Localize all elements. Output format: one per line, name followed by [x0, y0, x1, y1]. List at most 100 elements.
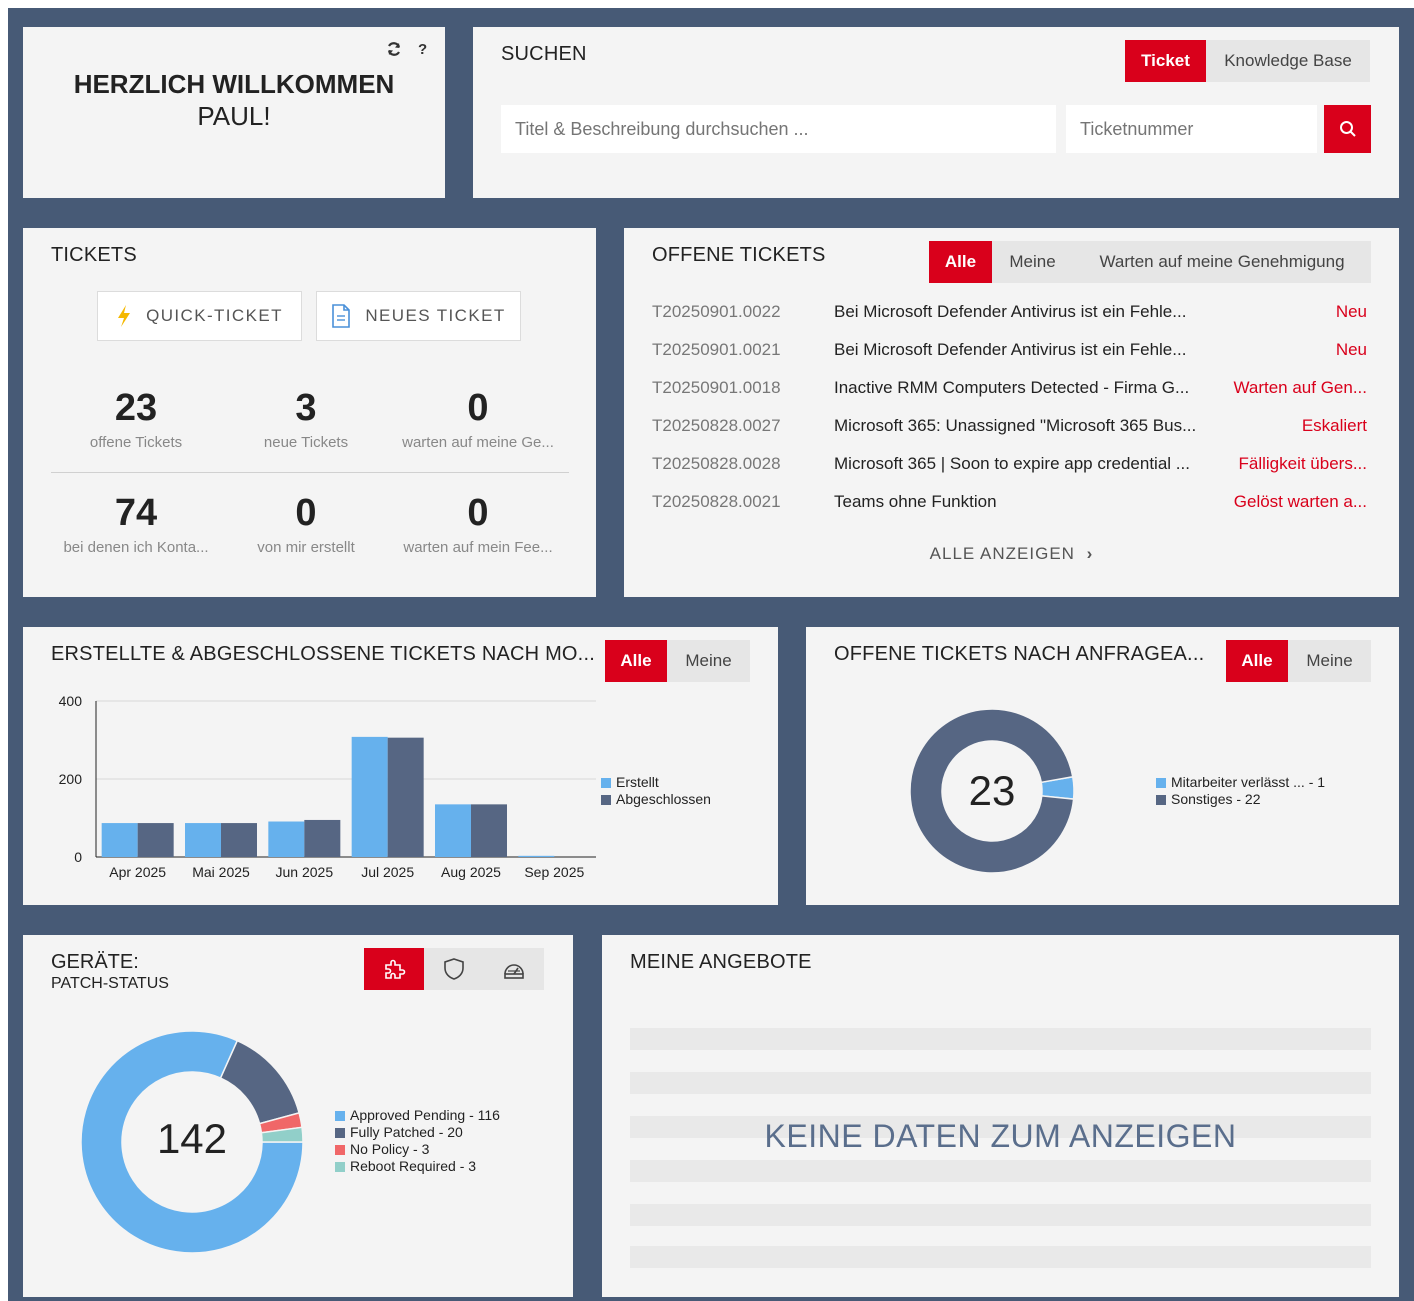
legend-swatch — [335, 1110, 345, 1121]
stat-created-by-me[interactable]: 0 von mir erstellt — [221, 493, 391, 556]
ticket-id: T20250901.0022 — [652, 302, 781, 321]
stat-new-tickets[interactable]: 3 neue Tickets — [221, 388, 391, 451]
tab-alle[interactable]: Alle — [929, 241, 992, 283]
stat-label: bei denen ich Konta... — [63, 539, 209, 556]
ticket-row[interactable]: T20250828.0021 Teams ohne Funktion Gelöst … — [652, 484, 1367, 520]
legend-item: Approved Pending - 116 — [335, 1107, 500, 1124]
lightning-icon — [118, 305, 131, 327]
ticket-row[interactable]: T20250828.0027 Microsoft 365: Unassigned … — [652, 408, 1367, 444]
ticket-id: T20250828.0027 — [652, 416, 781, 435]
search-text-input[interactable] — [501, 105, 1056, 153]
ticket-subject: Microsoft 365 | Soon to expire app crede… — [834, 454, 1190, 473]
new-ticket-button[interactable]: NEUES TICKET — [316, 291, 521, 341]
legend-item: Erstellt — [601, 774, 711, 791]
by-request-panel: OFFENE TICKETS NACH ANFRAGEA... Alle Mei… — [806, 627, 1399, 905]
bar-erstellt[interactable] — [185, 823, 221, 857]
legend-label: Reboot Required - 3 — [350, 1158, 477, 1174]
search-button[interactable] — [1324, 105, 1371, 153]
gauge-icon[interactable] — [484, 948, 544, 990]
ticket-row[interactable]: T20250901.0021 Bei Microsoft Defender Ant… — [652, 332, 1367, 368]
x-tick-label: Aug 2025 — [441, 864, 501, 880]
stat-awaiting-feedback[interactable]: 0 warten auf mein Fee... — [393, 493, 563, 556]
ticket-status: Warten auf Gen... — [1233, 378, 1367, 397]
ticket-id: T20250901.0021 — [652, 340, 781, 359]
devices-title: GERÄTE: — [51, 951, 139, 973]
stat-label: offene Tickets — [89, 434, 183, 451]
legend-swatch — [335, 1161, 345, 1172]
y-tick-label: 0 — [74, 849, 82, 865]
stat-open-tickets[interactable]: 23 offene Tickets — [51, 388, 221, 451]
ticket-status: Eskaliert — [1301, 416, 1367, 435]
legend-item: Abgeschlossen — [601, 791, 711, 808]
stat-value: 3 — [295, 387, 317, 429]
bar-abgeschlossen[interactable] — [221, 823, 257, 857]
stat-value: 74 — [114, 492, 158, 534]
y-tick-label: 400 — [59, 693, 83, 709]
legend-swatch — [335, 1144, 345, 1155]
ticket-number-input[interactable] — [1066, 105, 1317, 153]
legend-item: No Policy - 3 — [335, 1141, 500, 1158]
donut-slice[interactable] — [219, 1039, 301, 1125]
legend-swatch — [1156, 794, 1166, 805]
bar-erstellt[interactable] — [435, 804, 471, 857]
show-all-link[interactable]: ALLE ANZEIGEN › — [624, 544, 1399, 564]
tab-knowledge-base[interactable]: Knowledge Base — [1206, 40, 1370, 82]
patch-donut-total: 142 — [156, 1115, 228, 1162]
legend-swatch — [1156, 777, 1166, 788]
welcome-panel: ? HERZLICH WILLKOMMEN PAUL! — [23, 27, 445, 198]
bar-erstellt[interactable] — [268, 821, 305, 857]
tab-alle[interactable]: Alle — [605, 640, 667, 682]
document-icon — [332, 304, 351, 328]
tab-alle[interactable]: Alle — [1226, 640, 1288, 682]
by-request-title: OFFENE TICKETS NACH ANFRAGEA... — [834, 643, 1205, 665]
tab-meine[interactable]: Meine — [1288, 640, 1371, 682]
show-all-label: ALLE ANZEIGEN — [929, 544, 1075, 563]
quick-ticket-button[interactable]: QUICK-TICKET — [97, 291, 302, 341]
placeholder-stripe — [630, 1246, 1371, 1268]
new-ticket-label: NEUES TICKET — [365, 306, 506, 325]
legend-label: No Policy - 3 — [350, 1141, 430, 1157]
tab-meine[interactable]: Meine — [992, 241, 1073, 283]
search-title: SUCHEN — [501, 43, 587, 65]
shield-icon[interactable] — [424, 948, 484, 990]
bar-chart: 0 200 400 Apr 2025 Mai 2025 Jun 2025 Jul 2025 A… — [59, 693, 596, 880]
open-tickets-panel: OFFENE TICKETS Alle Meine Warten auf mei… — [624, 228, 1399, 597]
ticket-id: T20250901.0018 — [652, 378, 781, 397]
legend-swatch — [601, 794, 611, 805]
bar-abgeschlossen[interactable] — [387, 737, 424, 857]
ticket-row[interactable]: T20250828.0028 Microsoft 365 | Soon to ex… — [652, 446, 1367, 482]
bar-erstellt[interactable] — [518, 855, 555, 857]
search-panel: SUCHEN Ticket Knowledge Base — [473, 27, 1399, 198]
stat-label: neue Tickets — [263, 434, 349, 451]
legend-label: Approved Pending - 116 — [350, 1107, 500, 1123]
placeholder-stripe — [630, 1160, 1371, 1182]
open-tickets-filter-tabs: Alle Meine Warten auf meine Genehmigung — [929, 241, 1371, 283]
bar-abgeschlossen[interactable] — [304, 819, 341, 857]
legend-swatch — [335, 1127, 345, 1138]
bar-erstellt[interactable] — [101, 823, 138, 857]
tab-warten-genehmigung[interactable]: Warten auf meine Genehmigung — [1073, 241, 1371, 283]
tab-ticket[interactable]: Ticket — [1125, 40, 1206, 82]
stat-awaiting-approval[interactable]: 0 warten auf meine Ge... — [393, 388, 563, 451]
legend-label: Erstellt — [616, 774, 659, 790]
legend-item: Mitarbeiter verlässt ... - 1 — [1156, 774, 1325, 791]
ticket-row[interactable]: T20250901.0022 Bei Microsoft Defender Ant… — [652, 294, 1367, 330]
devices-view-tabs — [364, 948, 544, 990]
tab-meine[interactable]: Meine — [667, 640, 750, 682]
refresh-icon[interactable] — [386, 41, 402, 62]
help-icon[interactable]: ? — [418, 41, 427, 58]
ticket-row[interactable]: T20250901.0018 Inactive RMM Computers Det… — [652, 370, 1367, 406]
devices-subtitle: PATCH-STATUS — [51, 975, 169, 992]
legend-label: Fully Patched - 20 — [350, 1124, 463, 1140]
stat-contact-tickets[interactable]: 74 bei denen ich Konta... — [51, 493, 221, 556]
placeholder-stripe — [630, 1204, 1371, 1226]
stat-value: 0 — [467, 492, 489, 534]
y-tick-label: 200 — [59, 771, 83, 787]
x-tick-label: Sep 2025 — [524, 864, 584, 880]
bar-erstellt[interactable] — [351, 736, 388, 857]
puzzle-icon[interactable] — [364, 948, 424, 990]
ticket-status: Fälligkeit übers... — [1238, 454, 1368, 473]
bar-abgeschlossen[interactable] — [137, 823, 174, 857]
chevron-right-icon: › — [1086, 544, 1094, 563]
bar-abgeschlossen[interactable] — [471, 804, 507, 857]
